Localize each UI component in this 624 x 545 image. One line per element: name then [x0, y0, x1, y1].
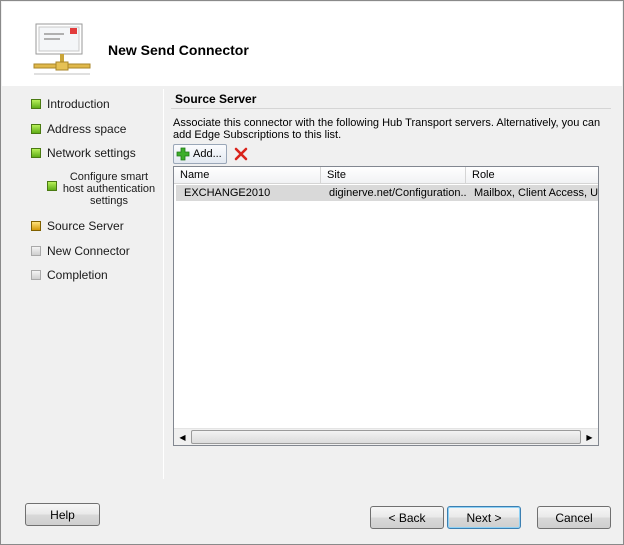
next-button[interactable]: Next > [447, 506, 521, 529]
column-header-role[interactable]: Role [466, 167, 598, 184]
list-header: Name Site Role [174, 167, 598, 184]
step-completion: Completion [31, 268, 108, 282]
step-current-indicator [31, 221, 41, 231]
step-label: Source Server [47, 219, 124, 233]
step-network-settings[interactable]: Network settings [31, 146, 136, 160]
step-done-indicator [31, 148, 41, 158]
delete-icon[interactable] [233, 146, 249, 162]
cell-name: EXCHANGE2010 [184, 187, 271, 199]
column-header-name[interactable]: Name [174, 167, 321, 184]
step-label: Network settings [47, 146, 136, 160]
add-button-label: Add... [193, 148, 222, 160]
scroll-right-icon[interactable]: ▶ [581, 429, 598, 445]
step-smart-host-auth[interactable]: Configure smart host authentication sett… [47, 171, 159, 207]
column-header-site[interactable]: Site [321, 167, 466, 184]
scroll-left-icon[interactable]: ◀ [174, 429, 191, 445]
step-label: Completion [47, 268, 108, 282]
wizard-title: New Send Connector [108, 42, 249, 58]
page-title: Source Server [175, 92, 257, 106]
step-label: Introduction [47, 97, 110, 111]
table-row[interactable]: EXCHANGE2010 diginerve.net/Configuration… [176, 185, 598, 201]
send-connector-icon [33, 23, 91, 75]
step-label: Address space [47, 122, 127, 136]
step-label: New Connector [47, 244, 130, 258]
source-server-list[interactable]: Name Site Role EXCHANGE2010 diginerve.ne… [173, 166, 599, 446]
wizard-window: New Send Connector Introduction Address … [0, 0, 624, 545]
horizontal-scrollbar[interactable]: ◀ ▶ [174, 428, 598, 445]
step-done-indicator [31, 99, 41, 109]
step-source-server[interactable]: Source Server [31, 219, 124, 233]
step-pending-indicator [31, 270, 41, 280]
step-done-indicator [47, 181, 57, 191]
add-icon [176, 147, 190, 161]
page-description: Associate this connector with the follow… [173, 117, 601, 141]
cell-role: Mailbox, Client Access, Un [474, 187, 598, 199]
add-button[interactable]: Add... [173, 144, 227, 164]
title-divider [171, 108, 611, 109]
wizard-header: New Send Connector [2, 2, 622, 86]
step-new-connector: New Connector [31, 244, 130, 258]
help-button[interactable]: Help [25, 503, 100, 526]
step-introduction[interactable]: Introduction [31, 97, 110, 111]
step-address-space[interactable]: Address space [31, 122, 126, 136]
step-pending-indicator [31, 246, 41, 256]
scrollbar-thumb[interactable] [191, 430, 581, 444]
step-done-indicator [31, 124, 41, 134]
cancel-button[interactable]: Cancel [537, 506, 611, 529]
back-button[interactable]: < Back [370, 506, 444, 529]
list-toolbar: Add... [173, 144, 249, 164]
step-label: Configure smart host authentication sett… [62, 171, 156, 207]
steps-divider [163, 89, 164, 479]
cell-site: diginerve.net/Configuration... [329, 187, 467, 199]
